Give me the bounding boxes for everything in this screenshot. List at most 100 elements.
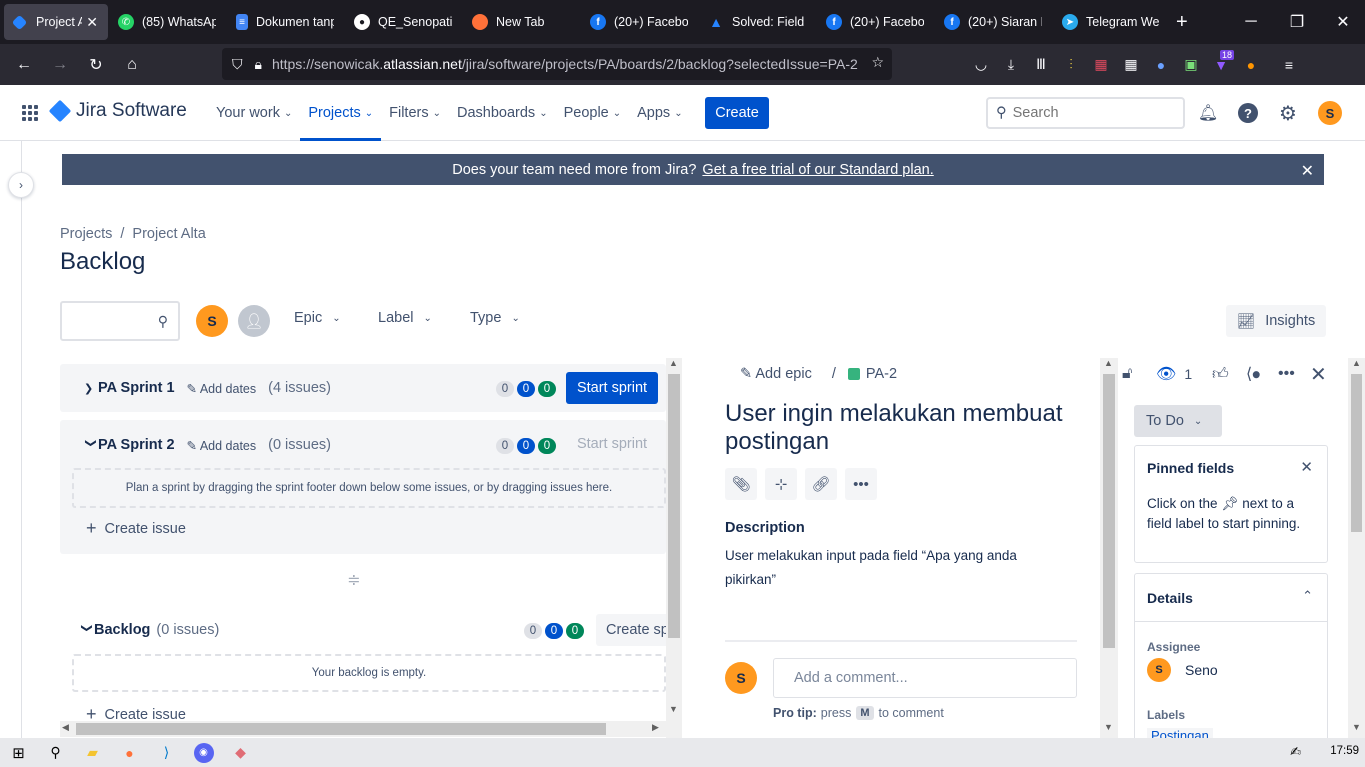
close-panel-icon[interactable]: ✕ bbox=[1310, 364, 1327, 386]
pocket-icon[interactable]: ◡ bbox=[966, 50, 996, 80]
close-window-icon[interactable]: ✕ bbox=[1320, 0, 1365, 44]
issue-title[interactable]: User ingin melakukan membuat postingan bbox=[725, 400, 1085, 456]
breadcrumb-project-alta[interactable]: Project Alta bbox=[132, 226, 205, 242]
user-filter-avatar[interactable]: S bbox=[196, 305, 228, 337]
menu-your-work[interactable]: Your work ⌄ bbox=[208, 85, 300, 141]
badge-extension-icon[interactable]: ▼ 18 bbox=[1206, 49, 1236, 80]
add-dates-link[interactable]: ✎ Add dates bbox=[187, 381, 257, 396]
backlog-empty-dropzone[interactable]: Your backlog is empty. bbox=[72, 654, 666, 692]
scrollbar-thumb[interactable] bbox=[1103, 374, 1115, 648]
chevron-up-icon[interactable]: ⌃ bbox=[1302, 588, 1313, 604]
cursor-extension-icon[interactable]: ● bbox=[1146, 50, 1176, 80]
child-issue-icon[interactable]: ⊹ bbox=[765, 468, 797, 500]
scroll-up-icon[interactable]: ▲ bbox=[669, 358, 678, 368]
like-icon[interactable]: 👍︎ bbox=[1212, 364, 1229, 384]
backlog-header[interactable]: ❯ Backlog (0 issues) bbox=[80, 622, 220, 638]
app-switcher-icon[interactable] bbox=[22, 105, 38, 121]
system-clock[interactable]: 17:59 bbox=[1330, 745, 1359, 757]
close-tab-icon[interactable]: ✕ bbox=[86, 14, 98, 31]
add-dates-link[interactable]: ✎ Add dates bbox=[187, 438, 257, 453]
scroll-left-icon[interactable]: ◀ bbox=[62, 722, 69, 733]
browser-tab-solved-field[interactable]: ▲ Solved: Field bbox=[698, 4, 816, 40]
status-dropdown[interactable]: To Do ⌄ bbox=[1134, 405, 1222, 437]
breadcrumb-projects[interactable]: Projects bbox=[60, 226, 112, 242]
scroll-down-icon[interactable]: ▼ bbox=[1104, 722, 1113, 732]
backlog-vertical-scrollbar[interactable]: ▲ ▼ bbox=[666, 358, 682, 738]
browser-tab-facebook-2[interactable]: f (20+) Facebook bbox=[816, 4, 934, 40]
menu-filters[interactable]: Filters ⌄ bbox=[381, 85, 449, 141]
scrollbar-thumb[interactable] bbox=[668, 374, 680, 638]
comment-input[interactable]: Add a comment... bbox=[773, 658, 1077, 698]
epic-filter[interactable]: Epic ⌄ bbox=[294, 310, 341, 326]
reload-icon[interactable]: ↻ bbox=[78, 49, 114, 81]
chevron-right-icon[interactable]: ❯ bbox=[84, 382, 98, 395]
type-filter[interactable]: Type ⌄ bbox=[470, 310, 520, 326]
watchers-button[interactable]: 👁︎ 1 bbox=[1156, 364, 1192, 384]
vscode-icon[interactable]: ⟩ bbox=[148, 738, 185, 767]
resize-handle-icon[interactable]: ≑ bbox=[346, 570, 362, 590]
sprint-header[interactable]: ❯ PA Sprint 2 ✎ Add dates (0 issues) bbox=[84, 437, 331, 453]
forward-icon[interactable]: → bbox=[42, 49, 78, 81]
share-icon[interactable]: ⟨⦁ bbox=[1246, 364, 1260, 384]
issue-key-link[interactable]: PA-2 bbox=[866, 366, 897, 382]
browser-tab-facebook-live[interactable]: f (20+) Siaran Langsung bbox=[934, 4, 1052, 40]
url-bar[interactable]: ⛉ 🔒︎ https://senowicak. atlassian.net/jir… bbox=[222, 48, 892, 80]
menu-projects[interactable]: Projects ⌄ bbox=[300, 85, 381, 141]
assignee-field[interactable]: S Seno bbox=[1147, 658, 1218, 682]
sprint-empty-dropzone[interactable]: Plan a sprint by dragging the sprint foo… bbox=[72, 468, 666, 508]
insights-button[interactable]: 📈︎ Insights bbox=[1226, 305, 1326, 337]
unlock-icon[interactable]: 🔓︎ bbox=[1122, 364, 1132, 384]
add-epic-link[interactable]: ✎ Add epic bbox=[740, 366, 812, 382]
search-icon[interactable]: ⚲ bbox=[37, 738, 74, 767]
firefox-icon[interactable]: ● bbox=[111, 738, 148, 767]
browser-tab-whatsapp[interactable]: ✆ (85) WhatsApp bbox=[108, 4, 226, 40]
description-text[interactable]: User melakukan input pada field “Apa yan… bbox=[725, 544, 1065, 592]
grid-extension-icon[interactable]: ▦ bbox=[1116, 50, 1146, 80]
browser-tab-new-tab[interactable]: New Tab bbox=[462, 4, 580, 40]
free-trial-link[interactable]: Get a free trial of our Standard plan. bbox=[702, 162, 933, 178]
maximize-icon[interactable]: ❐ bbox=[1274, 0, 1320, 44]
menu-dashboards[interactable]: Dashboards ⌄ bbox=[449, 85, 556, 141]
bookmark-star-icon[interactable]: ☆ bbox=[871, 54, 884, 71]
scroll-down-icon[interactable]: ▼ bbox=[1352, 722, 1361, 732]
browser-tab-docs[interactable]: ≡ Dokumen tanpa judul bbox=[226, 4, 344, 40]
windows-start-icon[interactable]: ⊞ bbox=[0, 738, 37, 767]
new-tab-button[interactable]: + bbox=[1176, 11, 1188, 34]
label-filter[interactable]: Label ⌄ bbox=[378, 310, 432, 326]
jira-logo[interactable]: Jira Software bbox=[48, 99, 187, 123]
expand-sidebar-button[interactable]: › bbox=[8, 172, 34, 198]
home-icon[interactable]: ⌂ bbox=[114, 49, 150, 81]
create-button[interactable]: Create bbox=[705, 97, 769, 129]
scroll-up-icon[interactable]: ▲ bbox=[1352, 358, 1361, 368]
shield-icon[interactable]: ⛉ bbox=[232, 56, 243, 73]
file-explorer-icon[interactable]: ▰ bbox=[74, 738, 111, 767]
browser-tab-project-alta[interactable]: Project Alta ✕ bbox=[4, 4, 108, 40]
browser-tab-github[interactable]: ● QE_Senopati bbox=[344, 4, 462, 40]
close-icon[interactable]: ✕ bbox=[1300, 458, 1313, 476]
sprint-header[interactable]: ❯ PA Sprint 1 ✎ Add dates (4 issues) bbox=[84, 380, 331, 396]
start-sprint-button[interactable]: Start sprint bbox=[566, 372, 658, 404]
backlog-horizontal-scrollbar[interactable]: ◀ ▶ bbox=[60, 721, 666, 737]
attach-icon[interactable]: 📎︎ bbox=[725, 468, 757, 500]
add-people-icon[interactable]: 👤︎ bbox=[238, 305, 270, 337]
discord-icon[interactable]: ◉ bbox=[185, 738, 222, 767]
search-input[interactable] bbox=[1012, 105, 1163, 121]
help-icon[interactable]: ? bbox=[1236, 101, 1260, 125]
lock-icon[interactable]: 🔒︎ bbox=[255, 56, 262, 73]
equalizer-extension-icon[interactable]: ⫶ bbox=[1056, 50, 1086, 80]
firefox-account-icon[interactable]: ● bbox=[1236, 50, 1266, 80]
scroll-down-icon[interactable]: ▼ bbox=[669, 704, 678, 714]
create-issue-button[interactable]: + Create issue bbox=[86, 518, 186, 539]
scrollbar-thumb[interactable] bbox=[1351, 374, 1362, 532]
close-banner-icon[interactable]: ✕ bbox=[1301, 161, 1314, 181]
menu-apps[interactable]: Apps ⌄ bbox=[629, 85, 690, 141]
search-box[interactable]: ⚲ bbox=[986, 97, 1185, 129]
library-icon[interactable]: Ⅲ bbox=[1026, 50, 1056, 80]
notifications-icon[interactable]: 🔔︎ bbox=[1196, 101, 1220, 125]
scroll-right-icon[interactable]: ▶ bbox=[652, 722, 659, 733]
menu-people[interactable]: People ⌄ bbox=[556, 85, 630, 141]
autofill-extension-icon[interactable]: ▣ bbox=[1176, 50, 1206, 80]
browser-tab-facebook-1[interactable]: f (20+) Facebook bbox=[580, 4, 698, 40]
detail-scrollbar[interactable]: ▲ ▼ bbox=[1100, 358, 1118, 738]
chevron-down-icon[interactable]: ❯ bbox=[81, 623, 94, 637]
